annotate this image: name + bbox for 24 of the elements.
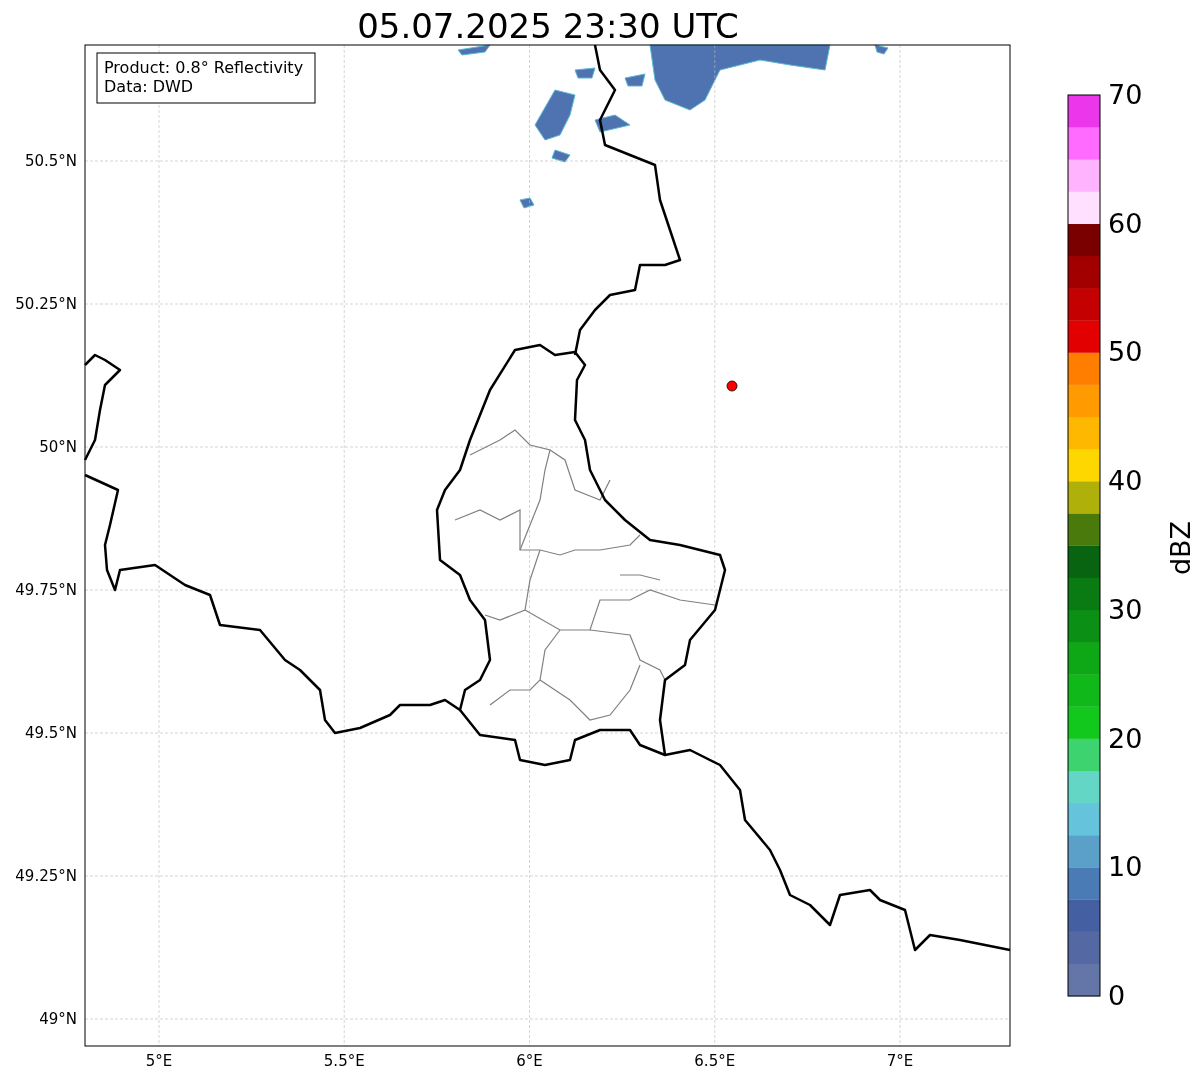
latitude-label: 49°N <box>39 1010 77 1028</box>
colorbar-tick-label: 60 <box>1108 207 1143 239</box>
colorbar-tick-label: 10 <box>1108 851 1143 883</box>
latitude-label: 50.5°N <box>24 152 77 170</box>
latitude-label: 49.75°N <box>15 581 77 599</box>
colorbar-tick-label: 40 <box>1108 465 1143 497</box>
colorbar-tick-label: 20 <box>1108 722 1143 754</box>
longitude-label: 7°E <box>886 1052 914 1070</box>
latitude-label: 49.5°N <box>24 724 77 742</box>
longitude-label: 6°E <box>516 1052 543 1070</box>
longitude-label: 6.5°E <box>694 1052 736 1070</box>
latitude-label: 50°N <box>39 438 77 456</box>
info-text: Data: DWD <box>104 77 194 96</box>
colorbar-tick-label: 50 <box>1108 336 1143 368</box>
colorbar-tick-label: 30 <box>1108 593 1143 625</box>
longitude-label: 5°E <box>145 1052 173 1070</box>
longitude-label: 5.5°E <box>323 1052 365 1070</box>
latitude-label: 50.25°N <box>15 295 77 313</box>
info-text: Product: 0.8° Reflectivity <box>104 58 304 77</box>
latitude-label: 49.25°N <box>15 867 77 885</box>
colorbar-tick-label: 70 <box>1108 79 1143 110</box>
colorbar-tick-label: 0 <box>1108 980 1126 1011</box>
colorbar-label: dBZ <box>1165 520 1196 576</box>
chart-title: 05.07.2025 23:30 UTC <box>357 6 739 46</box>
